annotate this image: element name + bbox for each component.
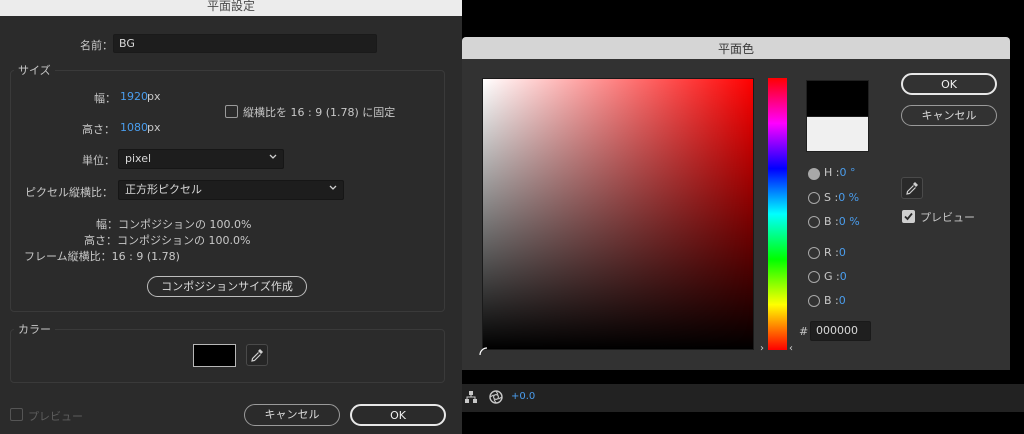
red-radio[interactable]: [808, 247, 820, 259]
pixel-aspect-select-value: 正方形ピクセル: [125, 183, 202, 196]
height-unit: px: [147, 121, 161, 134]
eyedropper-icon: [906, 182, 918, 195]
color-picker-title: 平面色: [717, 42, 754, 56]
b-value: 0 %: [838, 215, 860, 228]
network-icon[interactable]: [464, 390, 478, 404]
hue-radio[interactable]: [808, 168, 820, 180]
b2-label: B :: [824, 294, 839, 307]
original-color-swatch[interactable]: [806, 116, 869, 152]
picker-eyedropper-button[interactable]: [901, 177, 923, 199]
preview-checkbox[interactable]: [10, 408, 23, 421]
hue-slider-left-arrow[interactable]: ›: [760, 343, 764, 354]
color-swatch[interactable]: [193, 344, 236, 367]
unit-select-value: pixel: [125, 152, 152, 165]
picker-ok-button[interactable]: OK: [901, 73, 997, 95]
dialog-title: 平面設定: [206, 0, 255, 13]
pixel-aspect-select[interactable]: 正方形ピクセル: [118, 180, 344, 200]
eyedropper-button[interactable]: [246, 344, 268, 366]
s-field[interactable]: S :0 %: [824, 191, 859, 204]
b2-value: 0: [838, 294, 846, 307]
g-label: G :: [824, 270, 840, 283]
h-field[interactable]: H :0 °: [824, 166, 855, 179]
solid-settings-dialog: 平面設定 名前： BG サイズ 幅： 1920 px 縦横比を 16 : 9 (…: [0, 0, 462, 434]
color-group-label: カラー: [14, 321, 55, 337]
h-value: 0 °: [839, 166, 856, 179]
checkmark-icon: [904, 212, 913, 221]
hex-field[interactable]: 000000: [810, 321, 871, 341]
r-field[interactable]: R :0: [824, 246, 846, 259]
info-width: 幅：コンポジションの 100.0%: [96, 218, 252, 231]
lock-aspect-label: 縦横比を 16 : 9 (1.78) に固定: [243, 106, 396, 119]
info-frame-aspect: フレーム縦横比：16 : 9 (1.78): [24, 250, 180, 263]
info-height: 高さ：コンポジションの 100.0%: [84, 234, 251, 247]
picker-preview-label: プレビュー: [920, 211, 975, 224]
b2-field[interactable]: B :0: [824, 294, 846, 307]
brightness-radio[interactable]: [808, 216, 820, 228]
timeline-toolbar: +0.0: [462, 384, 1024, 412]
make-comp-size-button[interactable]: コンポジションサイズ作成: [147, 276, 307, 297]
hex-label: #: [799, 325, 809, 338]
height-label: 高さ：: [82, 123, 115, 136]
cancel-button[interactable]: キャンセル: [244, 404, 340, 426]
b-label: B :: [824, 215, 839, 228]
saturation-brightness-field[interactable]: [482, 78, 754, 350]
b-field[interactable]: B :0 %: [824, 215, 860, 228]
s-value: 0 %: [838, 191, 860, 204]
hue-slider[interactable]: [768, 78, 787, 350]
name-field[interactable]: BG: [113, 34, 377, 53]
g-value: 0: [839, 270, 847, 283]
exposure-offset-value[interactable]: +0.0: [511, 391, 535, 402]
pixel-aspect-label: ピクセル縦横比：: [25, 186, 113, 199]
hue-slider-right-arrow[interactable]: ‹: [789, 343, 793, 354]
picker-preview-checkbox[interactable]: [902, 210, 915, 223]
height-value[interactable]: 1080: [120, 121, 148, 134]
width-unit: px: [147, 90, 161, 103]
green-radio[interactable]: [808, 271, 820, 283]
chevron-down-icon: [269, 154, 277, 159]
chevron-down-icon: [329, 185, 337, 190]
unit-select[interactable]: pixel: [118, 149, 284, 169]
shutter-icon[interactable]: [489, 390, 503, 404]
s-label: S :: [824, 191, 839, 204]
color-picker-dialog: 平面色 › ‹ H :0 ° S :0 % B :0 % R :0 G :0 B…: [462, 37, 1010, 370]
color-cursor: [479, 347, 488, 356]
color-picker-titlebar: 平面色: [462, 37, 1010, 59]
preview-label: プレビュー: [28, 410, 83, 423]
r-label: R :: [824, 246, 839, 259]
width-value[interactable]: 1920: [120, 90, 148, 103]
unit-label: 単位：: [82, 154, 115, 167]
ok-button[interactable]: OK: [350, 404, 446, 426]
h-label: H :: [824, 166, 840, 179]
width-label: 幅：: [94, 92, 116, 105]
r-value: 0: [838, 246, 846, 259]
eyedropper-icon: [251, 349, 263, 362]
saturation-radio[interactable]: [808, 192, 820, 204]
size-group-label: サイズ: [14, 62, 55, 78]
dialog-titlebar: 平面設定: [0, 0, 462, 16]
name-label: 名前：: [80, 39, 113, 52]
picker-cancel-button[interactable]: キャンセル: [901, 105, 997, 126]
g-field[interactable]: G :0: [824, 270, 847, 283]
blue-radio[interactable]: [808, 295, 820, 307]
lock-aspect-checkbox[interactable]: [225, 105, 238, 118]
